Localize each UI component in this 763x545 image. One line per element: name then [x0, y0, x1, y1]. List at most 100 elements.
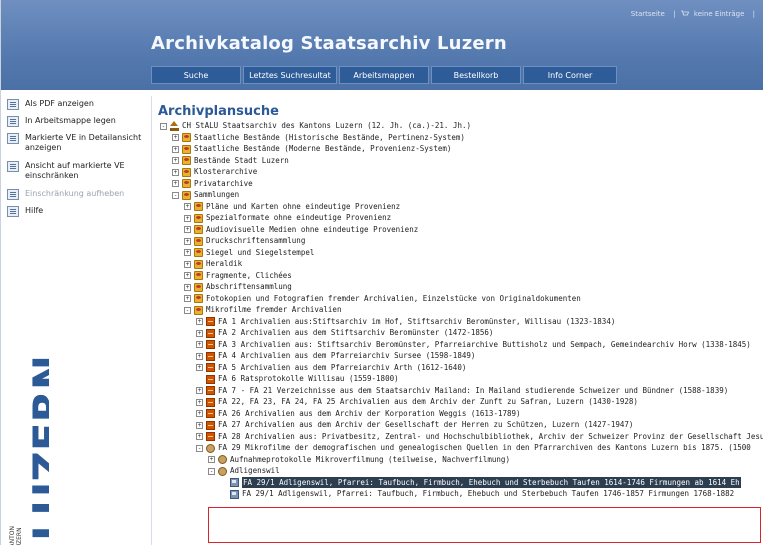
expand-icon[interactable]: +: [184, 214, 191, 222]
tree-node[interactable]: + Druckschriftensammlung: [158, 235, 763, 247]
expand-icon[interactable]: +: [196, 410, 203, 417]
tree-node-label[interactable]: FA 26 Archivalien aus dem Archiv der Kor…: [218, 408, 521, 420]
tree-node[interactable]: - FA 29 Mikrofilme der demografischen und…: [158, 442, 763, 454]
tree-node-label[interactable]: Privatarchive: [194, 178, 253, 190]
tree-node-label[interactable]: Druckschriftensammlung: [206, 235, 305, 247]
tree-node-label[interactable]: FA 5 Archivalien aus dem Pfarreiarchiv A…: [218, 362, 466, 374]
tree-node-label[interactable]: Aufnahmeprotokolle Mikroverfilmung (teil…: [230, 454, 510, 466]
tree-node[interactable]: - Mikrofilme fremder Archivalien: [158, 304, 763, 316]
tree-node-label[interactable]: FA 7 - FA 21 Verzeichnisse aus dem Staat…: [218, 385, 728, 397]
expand-icon[interactable]: +: [196, 329, 203, 337]
tree-node-label[interactable]: FA 27 Archivalien aus dem Archiv der Ges…: [218, 419, 633, 431]
tree-node[interactable]: - CH StALU Staatsarchiv des Kantons Luzer…: [158, 120, 763, 132]
expand-icon[interactable]: +: [196, 318, 203, 325]
tree-node[interactable]: + FA 2 Archivalien aus dem Stiftsarchiv B…: [158, 327, 763, 339]
expand-icon[interactable]: +: [172, 145, 179, 153]
expand-icon[interactable]: +: [196, 364, 203, 371]
tree-node-label[interactable]: Abschriftensammlung: [206, 281, 292, 293]
tree-node[interactable]: + Staatliche Bestände (Moderne Bestände, …: [158, 143, 763, 155]
tree-node[interactable]: FA 29/1 Adligenswil, Pfarrei: Taufbuch, …: [158, 488, 763, 500]
tree-node[interactable]: + Fotokopien und Fotografien fremder Arch…: [158, 293, 763, 305]
expand-icon[interactable]: +: [184, 272, 191, 279]
nav-letztes-suchresultat[interactable]: Letztes Suchresultat: [243, 66, 337, 84]
tree-node[interactable]: + FA 27 Archivalien aus dem Archiv der Ge…: [158, 419, 763, 431]
tree-node-label[interactable]: Fragmente, Clichées: [206, 270, 292, 282]
tree-node-label[interactable]: FA 4 Archivalien aus dem Pfarreiarchiv S…: [218, 350, 475, 362]
collapse-icon[interactable]: -: [196, 444, 203, 452]
tree-node-label[interactable]: Fotokopien und Fotografien fremder Archi…: [206, 293, 581, 305]
expand-icon[interactable]: +: [172, 180, 179, 187]
tree-node-label[interactable]: FA 29/1 Adligenswil, Pfarrei: Taufbuch, …: [242, 476, 741, 488]
tree-node-label[interactable]: Pläne und Karten ohne eindeutige Proveni…: [206, 201, 400, 213]
tree-node[interactable]: + Abschriftensammlung: [158, 281, 763, 293]
collapse-icon[interactable]: -: [172, 191, 179, 199]
expand-icon[interactable]: +: [184, 203, 191, 210]
tree-node-label[interactable]: Spezialformate ohne eindeutige Provenien…: [206, 212, 391, 224]
expand-icon[interactable]: +: [184, 249, 191, 256]
tree-node[interactable]: + Aufnahmeprotokolle Mikroverfilmung (tei…: [158, 454, 763, 466]
expand-icon[interactable]: +: [184, 295, 191, 302]
expand-icon[interactable]: +: [196, 433, 203, 440]
tree-node[interactable]: + FA 26 Archivalien aus dem Archiv der Ko…: [158, 408, 763, 420]
tree-node[interactable]: + FA 5 Archivalien aus dem Pfarreiarchiv …: [158, 362, 763, 374]
tree-node[interactable]: + Klosterarchive: [158, 166, 763, 178]
nav-arbeitsmappen[interactable]: Arbeitsmappen: [339, 66, 429, 84]
tree-node[interactable]: - Sammlungen: [158, 189, 763, 201]
tree-node-label[interactable]: Heraldik: [206, 258, 242, 270]
tree-node[interactable]: + FA 4 Archivalien aus dem Pfarreiarchiv …: [158, 350, 763, 362]
tree-node-label[interactable]: CH StALU Staatsarchiv des Kantons Luzern…: [182, 120, 471, 132]
expand-icon[interactable]: +: [172, 157, 179, 164]
expand-icon[interactable]: +: [208, 456, 215, 463]
expand-icon[interactable]: +: [196, 398, 203, 406]
tree-node-label[interactable]: Bestände Stadt Luzern: [194, 155, 289, 167]
nav-info-corner[interactable]: Info Corner: [523, 66, 617, 84]
tree-node[interactable]: + Fragmente, Clichées: [158, 270, 763, 282]
cart-link[interactable]: keine Einträge: [694, 10, 745, 18]
tree-node[interactable]: FA 29/1 Adligenswil, Pfarrei: Taufbuch, …: [158, 476, 763, 488]
tree-node-label[interactable]: FA 6 Ratsprotokolle Willisau (1559-1800): [218, 373, 399, 385]
expand-icon[interactable]: +: [172, 134, 179, 141]
expand-icon[interactable]: +: [196, 352, 203, 360]
tree-node-label[interactable]: Staatliche Bestände (Moderne Bestände, P…: [194, 143, 451, 155]
tree-node[interactable]: + Pläne und Karten ohne eindeutige Proven…: [158, 201, 763, 213]
tree-node[interactable]: - Adligenswil: [158, 465, 763, 477]
nav-suche[interactable]: Suche: [151, 66, 241, 84]
collapse-icon[interactable]: -: [160, 122, 167, 130]
expand-icon[interactable]: +: [196, 387, 203, 394]
tree-node[interactable]: + FA 1 Archivalien aus:Stiftsarchiv im Ho…: [158, 316, 763, 328]
nav-bestellkorb[interactable]: Bestellkorb: [431, 66, 521, 84]
tree-node-label[interactable]: FA 29/1 Adligenswil, Pfarrei: Taufbuch, …: [242, 488, 734, 500]
sidebar-item[interactable]: Markierte VE in Detailansicht anzeigen: [1, 130, 151, 158]
collapse-icon[interactable]: -: [184, 306, 191, 314]
tree-node[interactable]: + Bestände Stadt Luzern: [158, 155, 763, 167]
tree-node-label[interactable]: Audiovisuelle Medien ohne eindeutige Pro…: [206, 224, 418, 236]
tree-node-label[interactable]: Siegel und Siegelstempel: [206, 247, 314, 259]
sidebar-item[interactable]: In Arbeitsmappe legen: [1, 113, 151, 130]
tree-node-label[interactable]: Mikrofilme fremder Archivalien: [206, 304, 341, 316]
tree-node[interactable]: + Spezialformate ohne eindeutige Provenie…: [158, 212, 763, 224]
sidebar-item[interactable]: Ansicht auf markierte VE einschränken: [1, 158, 151, 186]
tree-node[interactable]: + Heraldik: [158, 258, 763, 270]
tree-node-label[interactable]: FA 2 Archivalien aus dem Stiftsarchiv Be…: [218, 327, 493, 339]
tree-node-label[interactable]: FA 1 Archivalien aus:Stiftsarchiv im Hof…: [218, 316, 615, 328]
tree-node[interactable]: + Privatarchive: [158, 178, 763, 190]
tree-node[interactable]: + FA 28 Archivalien aus: Privatbesitz, Ze…: [158, 431, 763, 443]
tree-node[interactable]: + FA 3 Archivalien aus: Stiftsarchiv Bero…: [158, 339, 763, 351]
tree-node-label[interactable]: FA 22, FA 23, FA 24, FA 25 Archivalien a…: [218, 396, 638, 408]
tree-node[interactable]: + FA 22, FA 23, FA 24, FA 25 Archivalien …: [158, 396, 763, 408]
expand-icon[interactable]: +: [184, 260, 191, 268]
tree-node-label[interactable]: Staatliche Bestände (Historische Beständ…: [194, 132, 465, 144]
cart-icon[interactable]: [680, 10, 689, 17]
tree-node-label[interactable]: Klosterarchive: [194, 166, 257, 178]
sidebar-item[interactable]: Als PDF anzeigen: [1, 96, 151, 113]
tree-node[interactable]: + Staatliche Bestände (Historische Bestän…: [158, 132, 763, 144]
sidebar-item[interactable]: Hilfe: [1, 203, 151, 220]
expand-icon[interactable]: +: [184, 237, 191, 245]
expand-icon[interactable]: +: [196, 341, 203, 348]
tree-node-label[interactable]: FA 29 Mikrofilme der demografischen und …: [218, 442, 751, 454]
tree-node[interactable]: + FA 7 - FA 21 Verzeichnisse aus dem Staa…: [158, 385, 763, 397]
tree-node[interactable]: FA 6 Ratsprotokolle Willisau (1559-1800): [158, 373, 763, 385]
home-link[interactable]: Startseite: [631, 10, 665, 18]
tree-node-label[interactable]: FA 3 Archivalien aus: Stiftsarchiv Berom…: [218, 339, 751, 351]
tree-node-label[interactable]: Sammlungen: [194, 189, 239, 201]
